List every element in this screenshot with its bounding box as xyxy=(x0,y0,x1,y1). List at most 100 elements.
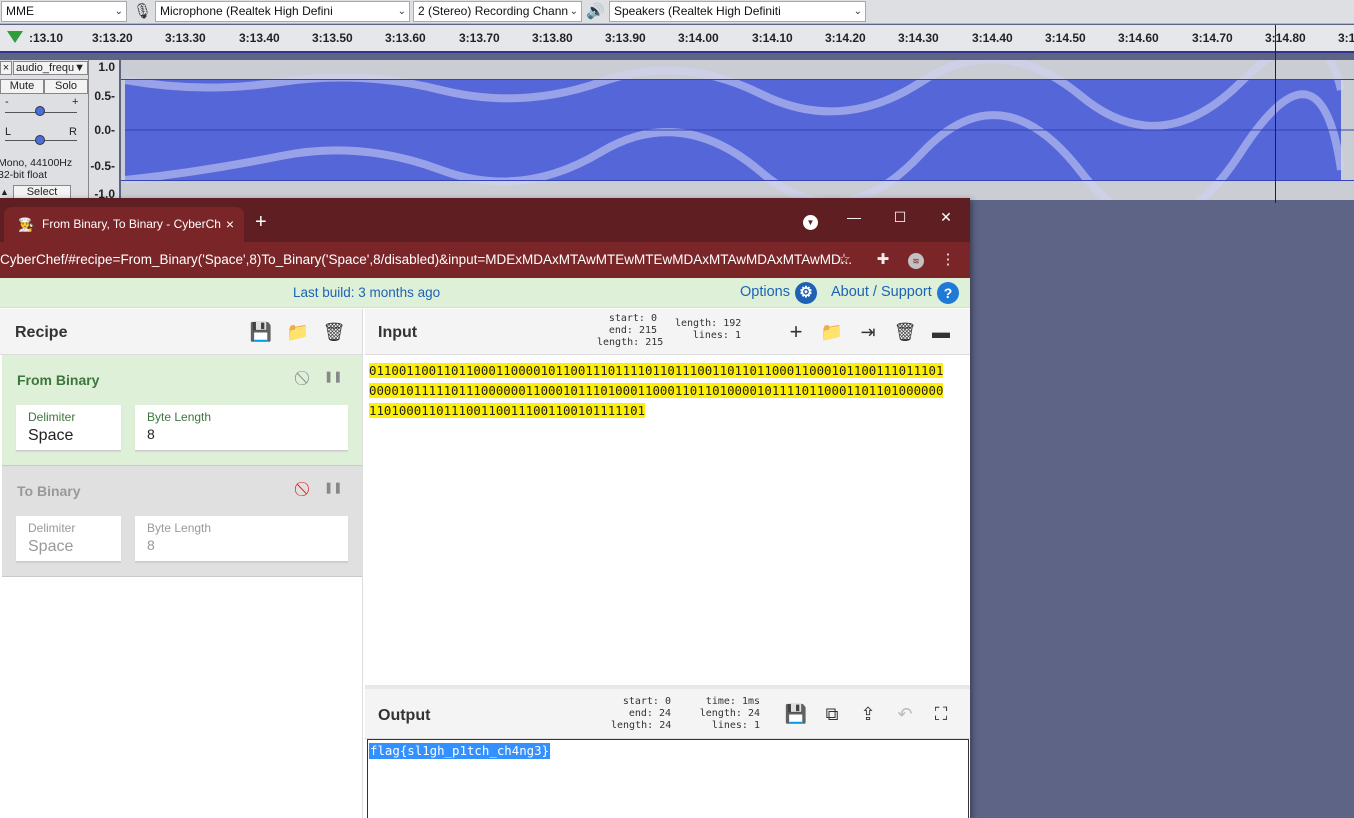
mute-button[interactable]: Mute xyxy=(0,79,44,94)
track-close-button[interactable]: × xyxy=(0,61,12,75)
about-support-link[interactable]: About / Support xyxy=(831,284,932,300)
last-build-notice[interactable]: Last build: 3 months ago xyxy=(293,285,440,300)
output-selection-stats: start: 0 end: 24 length: 24 xyxy=(611,696,671,732)
collapse-arrow-icon[interactable]: ▲ xyxy=(0,185,12,199)
minimize-button[interactable]: — xyxy=(831,202,877,232)
save-recipe-icon[interactable]: 💾 xyxy=(248,319,274,345)
gear-icon[interactable]: ⚙ xyxy=(795,282,817,304)
input-device-select[interactable]: Microphone (Realtek High Defini ⌄ xyxy=(155,1,410,22)
breakpoint-pause-icon[interactable]: ❚❚ xyxy=(324,479,342,497)
edit-cursor-line xyxy=(1275,25,1276,203)
output-device-select[interactable]: Speakers (Realtek High Definiti ⌄ xyxy=(609,1,866,22)
byte-length-field[interactable]: Byte Length 8 xyxy=(135,405,348,451)
undo-icon[interactable]: ↶ xyxy=(892,701,918,727)
play-position-triangle-icon[interactable] xyxy=(7,31,23,43)
url-field[interactable]: CyberChef/#recipe=From_Binary('Space',8)… xyxy=(0,247,860,273)
maximize-button[interactable]: ☐ xyxy=(877,202,923,232)
tab-title: From Binary, To Binary - CyberCh xyxy=(42,217,221,231)
audio-host-value: MME xyxy=(6,4,34,18)
browser-tab[interactable]: 👨‍🍳 From Binary, To Binary - CyberCh × xyxy=(4,207,244,242)
clear-input-trash-icon[interactable]: 🗑 xyxy=(892,319,918,345)
delimiter-field[interactable]: Delimiter Space xyxy=(16,516,121,562)
stat-value: 1 xyxy=(753,720,760,731)
stat-value: 215 xyxy=(645,337,664,348)
delimiter-value: Space xyxy=(28,538,74,555)
operation-from-binary[interactable]: From Binary ⃠ ❚❚ Delimiter Space Byte Le… xyxy=(2,355,362,466)
stat-value: 0 xyxy=(650,313,657,324)
audio-host-select[interactable]: MME ⌄ xyxy=(1,1,127,22)
new-tab-button[interactable]: + xyxy=(255,212,267,232)
maximise-output-icon[interactable]: ⛶ xyxy=(928,701,954,727)
open-file-folder-icon[interactable]: 📁 xyxy=(819,319,845,345)
track-name-menu[interactable]: audio_frequ ▼ xyxy=(13,61,88,75)
gain-slider-thumb[interactable] xyxy=(35,106,45,116)
channels-select[interactable]: 2 (Stereo) Recording Chann ⌄ xyxy=(413,1,582,22)
save-output-icon[interactable]: 💾 xyxy=(783,701,809,727)
stat-label: end: xyxy=(628,708,653,719)
gain-plus-label: + xyxy=(72,96,79,108)
stat-value: 1ms xyxy=(741,696,760,707)
byte-length-value: 8 xyxy=(147,426,155,442)
extensions-puzzle-icon[interactable]: ✚ xyxy=(870,247,896,273)
ruler-tick: 3:14.80 xyxy=(1265,31,1306,45)
ruler-tick: 3:14.70 xyxy=(1192,31,1233,45)
stat-value: 0 xyxy=(664,696,671,707)
byte-length-value: 8 xyxy=(147,537,155,553)
ruler-tick: 3:14.10 xyxy=(752,31,793,45)
replace-input-with-output-icon[interactable]: ⇪ xyxy=(855,701,881,727)
pan-right-label: R xyxy=(69,126,77,138)
ruler-tick: 3:13.60 xyxy=(385,31,426,45)
operation-to-binary[interactable]: To Binary ⃠ ❚❚ Delimiter Space Byte Leng… xyxy=(2,466,362,577)
close-window-button[interactable]: ✕ xyxy=(923,202,969,232)
chevron-down-icon: ⌄ xyxy=(114,6,123,17)
solo-button[interactable]: Solo xyxy=(44,79,88,94)
input-textarea[interactable]: 0110011001101100011000010110011101111011… xyxy=(369,361,966,421)
byte-length-label: Byte Length xyxy=(147,521,212,535)
tab-close-button[interactable]: × xyxy=(226,207,234,242)
waveform-display[interactable] xyxy=(121,40,1354,224)
scale-label: 0.0- xyxy=(94,123,115,137)
load-recipe-folder-icon[interactable]: 📁 xyxy=(285,319,311,345)
delimiter-field[interactable]: Delimiter Space xyxy=(16,405,121,451)
recipe-panel: Recipe 💾 📁 🗑 From Binary ⃠ ❚❚ Delimiter … xyxy=(0,309,363,818)
pan-slider-thumb[interactable] xyxy=(35,135,45,145)
channels-value: 2 (Stereo) Recording Chann xyxy=(418,4,569,18)
output-panel: Output start: 0 end: 24 length: 24 time:… xyxy=(365,689,970,818)
clear-recipe-trash-icon[interactable]: 🗑 xyxy=(321,319,347,345)
chevron-down-icon: ▼ xyxy=(74,62,85,74)
chevron-down-icon: ⌄ xyxy=(397,6,406,17)
input-header: Input start: 0 end: 215 length: 215 leng… xyxy=(365,309,970,355)
byte-length-field[interactable]: Byte Length 8 xyxy=(135,516,348,562)
chevron-down-icon: ⌄ xyxy=(569,6,578,17)
stat-label: length: xyxy=(597,337,640,348)
stat-label: lines: xyxy=(711,720,748,731)
spotify-extension-icon[interactable]: ≋ xyxy=(903,247,929,273)
browser-menu-icon[interactable]: ⋮ xyxy=(935,247,961,273)
open-folder-import-icon[interactable]: ⇥ xyxy=(855,319,881,345)
disable-operation-icon[interactable]: ⃠ xyxy=(296,368,314,386)
scale-label: -0.5- xyxy=(90,159,115,173)
input-line: 0000101111101110000001100010111010001100… xyxy=(369,383,944,398)
delimiter-label: Delimiter xyxy=(28,410,76,424)
options-link[interactable]: Options xyxy=(740,284,790,300)
ruler-tick: 3:1 xyxy=(1338,31,1354,45)
tab-search-icon[interactable]: ▼ xyxy=(803,215,818,230)
speaker-icon: 🔊 xyxy=(586,3,605,20)
input-panel: Input start: 0 end: 215 length: 215 leng… xyxy=(365,309,970,685)
recipe-header: Recipe 💾 📁 🗑 xyxy=(0,309,362,355)
stat-label: start: xyxy=(608,313,645,324)
reset-layout-icon[interactable]: ▬ xyxy=(928,319,954,345)
copy-output-icon[interactable]: ⧉ xyxy=(819,701,845,727)
cyberchef-favicon-icon: 👨‍🍳 xyxy=(18,217,35,232)
output-text[interactable]: flag{sl1gh_p1tch_ch4ng3} xyxy=(369,743,551,759)
add-input-tab-icon[interactable]: + xyxy=(783,319,809,345)
help-icon[interactable]: ? xyxy=(937,282,959,304)
stat-label: length: xyxy=(611,720,654,731)
cyberchef-banner: Last build: 3 months ago Options ⚙ About… xyxy=(0,278,970,308)
timeline-ruler[interactable]: :13.10 3:13.20 3:13.30 3:13.40 3:13.50 3… xyxy=(0,25,1354,53)
breakpoint-pause-icon[interactable]: ❚❚ xyxy=(324,368,342,386)
bookmark-star-icon[interactable]: ☆ xyxy=(831,247,857,273)
disabled-operation-icon[interactable]: ⃠ xyxy=(296,479,314,497)
gain-minus-label: - xyxy=(5,96,9,108)
vertical-amplitude-scale[interactable]: 1.0 0.5- 0.0- -0.5- -1.0 xyxy=(89,60,120,201)
